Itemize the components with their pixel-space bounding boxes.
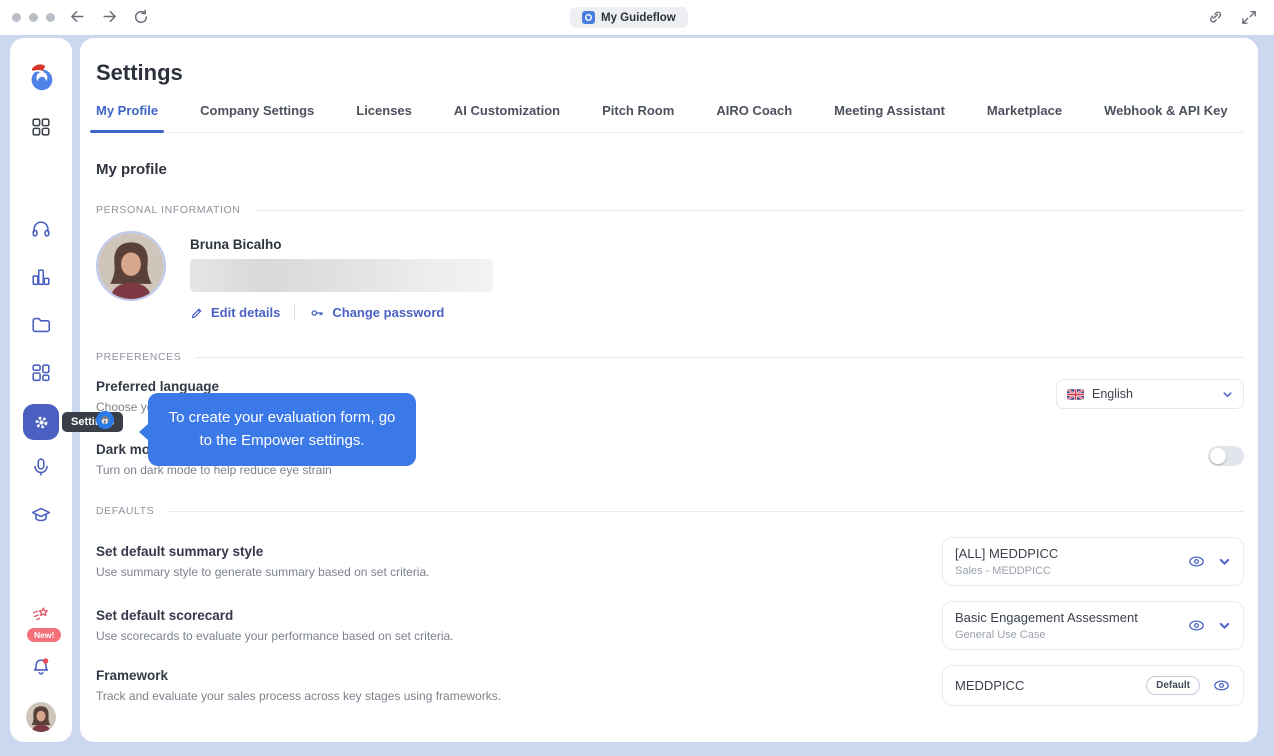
framework-select[interactable]: MEDDPICC Default: [942, 665, 1244, 706]
section-title: My profile: [96, 161, 167, 178]
guide-tooltip: To create your evaluation form, go to th…: [139, 393, 416, 466]
settings-page: Settings My Profile Company Settings Lic…: [80, 38, 1258, 742]
sidebar-item-settings[interactable]: [23, 404, 59, 440]
scorecard-title: Set default scorecard: [96, 608, 234, 623]
user-avatar[interactable]: [26, 702, 56, 732]
sidebar-item-learning[interactable]: [30, 504, 52, 526]
summary-style-value: [ALL] MEDDPICC: [955, 546, 1059, 561]
sidebar-item-apps[interactable]: [30, 362, 52, 384]
eye-icon[interactable]: [1187, 552, 1206, 571]
chevron-down-icon: [1223, 391, 1232, 397]
guideflow-favicon-icon: [582, 11, 595, 24]
settings-tabs: My Profile Company Settings Licenses AI …: [89, 103, 1244, 133]
browser-tab-title: My Guideflow: [601, 11, 676, 24]
reload-icon[interactable]: [132, 8, 150, 26]
defaults-label: DEFAULTS: [96, 505, 155, 517]
scorecard-value-sub: General Use Case: [955, 629, 1046, 641]
framework-value: MEDDPICC: [955, 678, 1025, 693]
summary-style-value-sub: Sales - MEDDPICC: [955, 565, 1051, 577]
profile-name: Bruna Bicalho: [190, 237, 282, 252]
language-label: Preferred language: [96, 379, 220, 394]
browser-chrome: My Guideflow: [0, 0, 1274, 35]
language-value: English: [1092, 387, 1133, 401]
language-select[interactable]: English: [1056, 379, 1244, 409]
divider: [254, 209, 1244, 211]
chevron-down-icon: [1219, 558, 1230, 565]
summary-style-description: Use summary style to generate summary ba…: [96, 565, 430, 579]
pencil-icon: [191, 308, 202, 318]
redacted-email: [190, 259, 493, 292]
scorecard-description: Use scorecards to evaluate your performa…: [96, 629, 454, 643]
tab-meeting-assistant[interactable]: Meeting Assistant: [834, 103, 945, 132]
sidebar-item-library[interactable]: [30, 314, 52, 336]
uk-flag-icon: [1067, 388, 1084, 400]
framework-description: Track and evaluate your sales process ac…: [96, 689, 502, 703]
page-title: Settings: [96, 60, 183, 85]
tab-marketplace[interactable]: Marketplace: [987, 103, 1062, 132]
sidebar-item-notifications[interactable]: [30, 656, 52, 678]
preferences-label: PREFERENCES: [96, 351, 182, 363]
window-dot-icon[interactable]: [29, 13, 38, 22]
framework-row: Framework Track and evaluate your sales …: [96, 665, 1244, 706]
gear-icon: [35, 416, 47, 428]
summary-style-select[interactable]: [ALL] MEDDPICC Sales - MEDDPICC: [942, 537, 1244, 586]
divider: [195, 356, 1244, 358]
divider: [294, 304, 296, 321]
eye-icon[interactable]: [1187, 616, 1206, 635]
dark-mode-toggle[interactable]: [1208, 446, 1244, 466]
sidebar-item-dashboard[interactable]: [30, 116, 52, 138]
sidebar-item-calls[interactable]: [30, 218, 52, 240]
sidebar-item-analytics[interactable]: [30, 266, 52, 288]
scorecard-value: Basic Engagement Assessment: [955, 610, 1138, 625]
profile-block: Bruna Bicalho Edit details Change passwo…: [96, 231, 1244, 321]
tab-company-settings[interactable]: Company Settings: [200, 103, 314, 132]
sidebar-item-recorder[interactable]: [30, 456, 52, 478]
default-badge: Default: [1146, 676, 1200, 695]
sidebar: New!: [10, 38, 72, 742]
tab-licenses[interactable]: Licenses: [356, 103, 412, 132]
tab-pitch-room[interactable]: Pitch Room: [602, 103, 674, 132]
click-indicator: [96, 411, 114, 429]
window-dot-icon[interactable]: [12, 13, 21, 22]
whats-new-icon[interactable]: [30, 604, 52, 626]
tab-webhook-api-key[interactable]: Webhook & API Key: [1104, 103, 1228, 132]
app-logo[interactable]: [24, 60, 58, 94]
scorecard-row: Set default scorecard Use scorecards to …: [96, 601, 1244, 650]
personal-information-label: PERSONAL INFORMATION: [96, 204, 241, 216]
profile-photo: [96, 231, 166, 301]
settings-tooltip: Settings: [62, 412, 124, 432]
change-password-button[interactable]: Change password: [309, 305, 444, 321]
share-link-icon[interactable]: [1206, 8, 1224, 31]
window-dot-icon[interactable]: [46, 13, 55, 22]
scorecard-select[interactable]: Basic Engagement Assessment General Use …: [942, 601, 1244, 650]
tab-my-profile[interactable]: My Profile: [89, 103, 165, 133]
new-badge: New!: [27, 628, 62, 642]
browser-tab[interactable]: My Guideflow: [570, 7, 688, 28]
divider: [168, 510, 1244, 512]
expand-icon[interactable]: [1240, 8, 1258, 31]
window-controls[interactable]: [12, 13, 55, 22]
back-icon[interactable]: [68, 7, 87, 26]
eye-icon[interactable]: [1212, 676, 1231, 695]
tab-airo-coach[interactable]: AIRO Coach: [716, 103, 792, 132]
framework-title: Framework: [96, 668, 169, 683]
tab-ai-customization[interactable]: AI Customization: [454, 103, 560, 132]
chevron-down-icon: [1219, 622, 1230, 629]
forward-icon[interactable]: [100, 7, 119, 26]
edit-details-button[interactable]: Edit details: [190, 305, 280, 320]
summary-style-title: Set default summary style: [96, 544, 264, 559]
key-icon: [311, 309, 324, 316]
summary-style-row: Set default summary style Use summary st…: [96, 537, 1244, 586]
